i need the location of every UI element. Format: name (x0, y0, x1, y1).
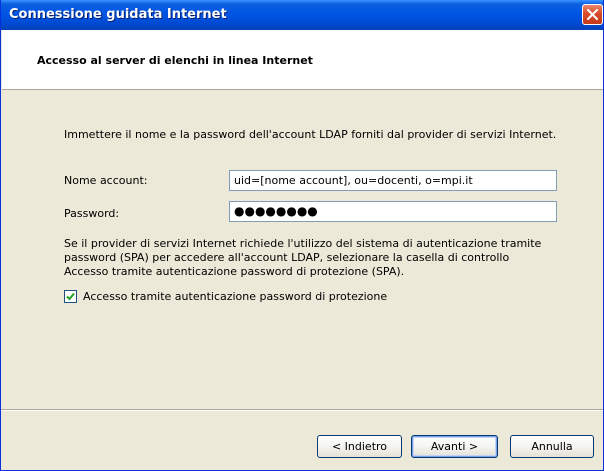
wizard-content: Immettere il nome e la password dell'acc… (1, 90, 603, 410)
close-button[interactable] (582, 4, 603, 25)
back-button[interactable]: < Indietro (317, 435, 402, 458)
spa-info-line-2: password (SPA) per accedere all'account … (64, 251, 510, 264)
wizard-window: Connessione guidata Internet Accesso al … (0, 0, 604, 471)
account-label: Nome account: (64, 174, 148, 187)
page-title: Accesso al server di elenchi in linea In… (37, 54, 313, 67)
spa-info-line-1: Se il provider di servizi Internet richi… (64, 237, 542, 250)
close-icon (587, 9, 598, 20)
wizard-header: Accesso al server di elenchi in linea In… (2, 30, 603, 90)
cancel-button[interactable]: Annulla (510, 435, 594, 458)
next-button[interactable]: Avanti > (411, 435, 498, 458)
spa-info-line-3: Accesso tramite autenticazione password … (64, 265, 405, 278)
password-field[interactable]: ●●●●●●●● (229, 201, 557, 222)
spa-checkbox-label[interactable]: Accesso tramite autenticazione password … (83, 290, 387, 303)
title-bar[interactable]: Connessione guidata Internet (1, 0, 603, 30)
password-mask: ●●●●●●●● (234, 204, 318, 218)
account-name-field[interactable]: uid=[nome account], ou=docenti, o=mpi.it (229, 170, 557, 191)
intro-text: Immettere il nome e la password dell'acc… (64, 128, 557, 141)
footer-divider (1, 409, 603, 411)
account-name-value: uid=[nome account], ou=docenti, o=mpi.it (234, 174, 473, 187)
password-label: Password: (64, 207, 120, 220)
checkmark-icon (66, 292, 75, 301)
window-title: Connessione guidata Internet (9, 7, 227, 22)
spa-checkbox[interactable] (64, 290, 77, 303)
